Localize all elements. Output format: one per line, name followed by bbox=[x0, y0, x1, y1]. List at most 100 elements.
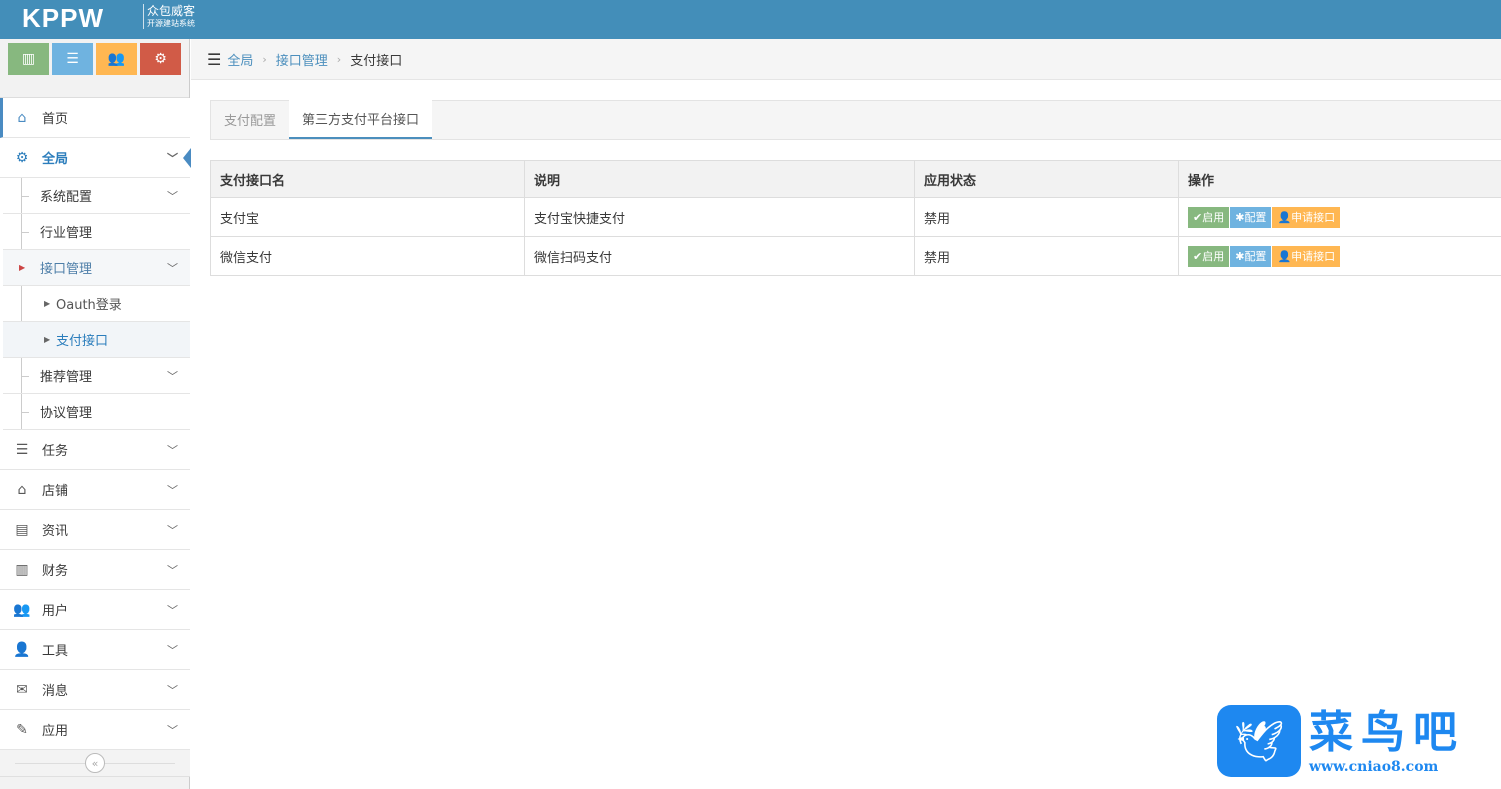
logo[interactable]: KPPW bbox=[22, 3, 104, 34]
sidebar-item-task[interactable]: ☰ 任务 ﹀ bbox=[0, 430, 190, 470]
sidebar-item-messages[interactable]: ✉ 消息 ﹀ bbox=[0, 670, 190, 710]
chevron-down-icon: ﹀ bbox=[167, 189, 178, 203]
watermark: 🕊 菜鸟吧 www.cniao8.com bbox=[1217, 705, 1465, 777]
home-icon: ⌂ bbox=[17, 481, 27, 498]
user-icon: 👤 bbox=[1277, 249, 1292, 263]
chevron-down-icon: ﹀ bbox=[167, 643, 178, 657]
edit-icon: ✎ bbox=[16, 721, 28, 738]
sidebar-item-system-config[interactable]: 系统配置 ﹀ bbox=[3, 178, 190, 214]
sidebar-item-tools[interactable]: 👤 工具 ﹀ bbox=[0, 630, 190, 670]
config-button[interactable]: ✱ 配置 bbox=[1230, 206, 1272, 228]
shortcut-list-button[interactable]: ☰ bbox=[52, 43, 93, 75]
watermark-title: 菜鸟吧 bbox=[1309, 707, 1465, 758]
label: 任务 bbox=[42, 444, 69, 459]
chart-icon: ▥ bbox=[21, 51, 36, 67]
enable-button[interactable]: ✔ 启用 bbox=[1188, 245, 1230, 267]
chevron-down-icon: ﹀ bbox=[167, 723, 178, 737]
label: 资讯 bbox=[42, 524, 69, 539]
chevron-down-icon: ﹀ bbox=[167, 443, 178, 457]
sidebar-item-interface[interactable]: ▶ 接口管理 ﹀ bbox=[3, 250, 190, 286]
sidebar-collapse: « bbox=[0, 750, 190, 777]
shortcut-cogs-button[interactable]: ⚙ bbox=[140, 43, 181, 75]
bird-logo-icon: 🕊 bbox=[1217, 705, 1301, 777]
label: 系统配置 bbox=[40, 190, 93, 205]
chevron-down-icon: ﹀ bbox=[167, 369, 178, 383]
label: 工具 bbox=[42, 644, 69, 659]
sidebar: ▥ ☰ 👥 ⚙ ⌂ 首页 ⚙ 全局 ﹀ 系统配置 ﹀ 行业管理 ▶ 接口管理 ﹀ ▶ Oaut… bbox=[0, 39, 191, 789]
interface-name: 支付宝 bbox=[210, 197, 525, 237]
label: 启用 bbox=[1202, 211, 1225, 224]
shortcut-chart-button[interactable]: ▥ bbox=[8, 43, 49, 75]
label: 消息 bbox=[42, 684, 69, 699]
table-row: 微信支付 微信扫码支付 禁用 ✔ 启用 ✱ 配置 👤 申请接口 bbox=[210, 236, 1501, 276]
table-row: 支付宝 支付宝快捷支付 禁用 ✔ 启用 ✱ 配置 👤 申请接口 bbox=[210, 197, 1501, 237]
home-icon: ⌂ bbox=[17, 109, 27, 126]
sidebar-item-recommend[interactable]: 推荐管理 ﹀ bbox=[3, 358, 190, 394]
chevron-right-icon: › bbox=[262, 52, 267, 66]
actions-cell: ✔ 启用 ✱ 配置 👤 申请接口 bbox=[1178, 236, 1501, 276]
label: 用户 bbox=[42, 604, 69, 619]
check-icon: ✔ bbox=[1193, 210, 1203, 224]
chevron-down-icon: ﹀ bbox=[167, 151, 178, 165]
apply-button[interactable]: 👤 申请接口 bbox=[1272, 245, 1341, 267]
sidebar-item-shop[interactable]: ⌂ 店铺 ﹀ bbox=[0, 470, 190, 510]
label: 店铺 bbox=[42, 484, 69, 499]
column-header: 应用状态 bbox=[914, 160, 1179, 198]
envelope-icon: ✉ bbox=[16, 681, 28, 698]
sidebar-item-news[interactable]: ▤ 资讯 ﹀ bbox=[0, 510, 190, 550]
sidebar-item-users[interactable]: 👥 用户 ﹀ bbox=[0, 590, 190, 630]
sidebar-item-finance[interactable]: ▥ 财务 ﹀ bbox=[0, 550, 190, 590]
tab-bar: 支付配置 第三方支付平台接口 bbox=[210, 100, 1501, 140]
logo-subtitle: 众包威客 开源建站系统 bbox=[143, 4, 195, 29]
sidebar-item-agreement[interactable]: 协议管理 bbox=[3, 394, 190, 430]
shortcut-bar: ▥ ☰ 👥 ⚙ bbox=[0, 39, 189, 98]
users-icon: 👥 bbox=[107, 51, 126, 67]
breadcrumb: ☰ 全局 › 接口管理 › 支付接口 bbox=[191, 39, 1501, 80]
apply-button[interactable]: 👤 申请接口 bbox=[1272, 206, 1341, 228]
interface-status: 禁用 bbox=[914, 236, 1179, 276]
sidebar-item-apps[interactable]: ✎ 应用 ﹀ bbox=[0, 710, 190, 750]
chevron-down-icon: ﹀ bbox=[167, 683, 178, 697]
user-icon: 👤 bbox=[13, 641, 31, 658]
breadcrumb-global[interactable]: 全局 bbox=[227, 50, 253, 69]
caret-right-icon: ▶ bbox=[19, 263, 26, 272]
collapse-sidebar-button[interactable]: « bbox=[85, 753, 105, 773]
sidebar-item-global[interactable]: ⚙ 全局 ﹀ bbox=[0, 138, 191, 178]
label: 申请接口 bbox=[1291, 250, 1336, 263]
tab-payment-config[interactable]: 支付配置 bbox=[211, 100, 289, 139]
breadcrumb-current: 支付接口 bbox=[350, 53, 403, 69]
sidebar-item-payment[interactable]: ▶ 支付接口 bbox=[3, 322, 190, 358]
chevron-right-icon: › bbox=[336, 52, 342, 66]
label: 配置 bbox=[1244, 211, 1267, 224]
sidebar-item-oauth[interactable]: ▶ Oauth登录 bbox=[3, 286, 190, 322]
sidebar-nav: ⌂ 首页 ⚙ 全局 ﹀ 系统配置 ﹀ 行业管理 ▶ 接口管理 ﹀ ▶ Oauth登录 ▶ 支付接… bbox=[0, 98, 191, 777]
label: 接口管理 bbox=[40, 262, 93, 277]
gear-icon: ⚙ bbox=[15, 149, 29, 166]
chevron-down-icon: ﹀ bbox=[167, 563, 178, 577]
sidebar-item-industry[interactable]: 行业管理 bbox=[3, 214, 190, 250]
label: 推荐管理 bbox=[40, 370, 93, 385]
enable-button[interactable]: ✔ 启用 bbox=[1188, 206, 1230, 228]
chevron-down-icon: ﹀ bbox=[167, 523, 178, 537]
submenu-global: 系统配置 ﹀ 行业管理 ▶ 接口管理 ﹀ ▶ Oauth登录 ▶ 支付接口 推荐管理 ﹀ 协… bbox=[0, 178, 190, 430]
chevron-down-icon: ﹀ bbox=[167, 261, 178, 275]
shortcut-users-button[interactable]: 👥 bbox=[96, 43, 137, 75]
sidebar-item-home[interactable]: ⌂ 首页 bbox=[0, 98, 190, 138]
user-icon: 👤 bbox=[1277, 210, 1292, 224]
config-button[interactable]: ✱ 配置 bbox=[1230, 245, 1272, 267]
label: 首页 bbox=[42, 112, 69, 127]
caret-right-icon: ▶ bbox=[44, 335, 51, 344]
payment-interface-table: 支付接口名 说明 应用状态 操作 支付宝 支付宝快捷支付 禁用 ✔ 启用 ✱ 配置 👤 申… bbox=[210, 160, 1501, 276]
breadcrumb-interface[interactable]: 接口管理 bbox=[276, 50, 328, 69]
tab-third-party-payment[interactable]: 第三方支付平台接口 bbox=[289, 100, 433, 139]
interface-name: 微信支付 bbox=[210, 236, 525, 276]
label: 行业管理 bbox=[40, 226, 93, 241]
file-icon: ▤ bbox=[15, 521, 29, 538]
column-header: 支付接口名 bbox=[210, 160, 525, 198]
actions-cell: ✔ 启用 ✱ 配置 👤 申请接口 bbox=[1178, 197, 1501, 237]
label: 全局 bbox=[42, 152, 69, 167]
chevron-down-icon: ﹀ bbox=[167, 603, 178, 617]
menu-icon: ☰ bbox=[207, 49, 222, 69]
bar-chart-icon: ▥ bbox=[15, 561, 29, 578]
label: 财务 bbox=[42, 564, 69, 579]
